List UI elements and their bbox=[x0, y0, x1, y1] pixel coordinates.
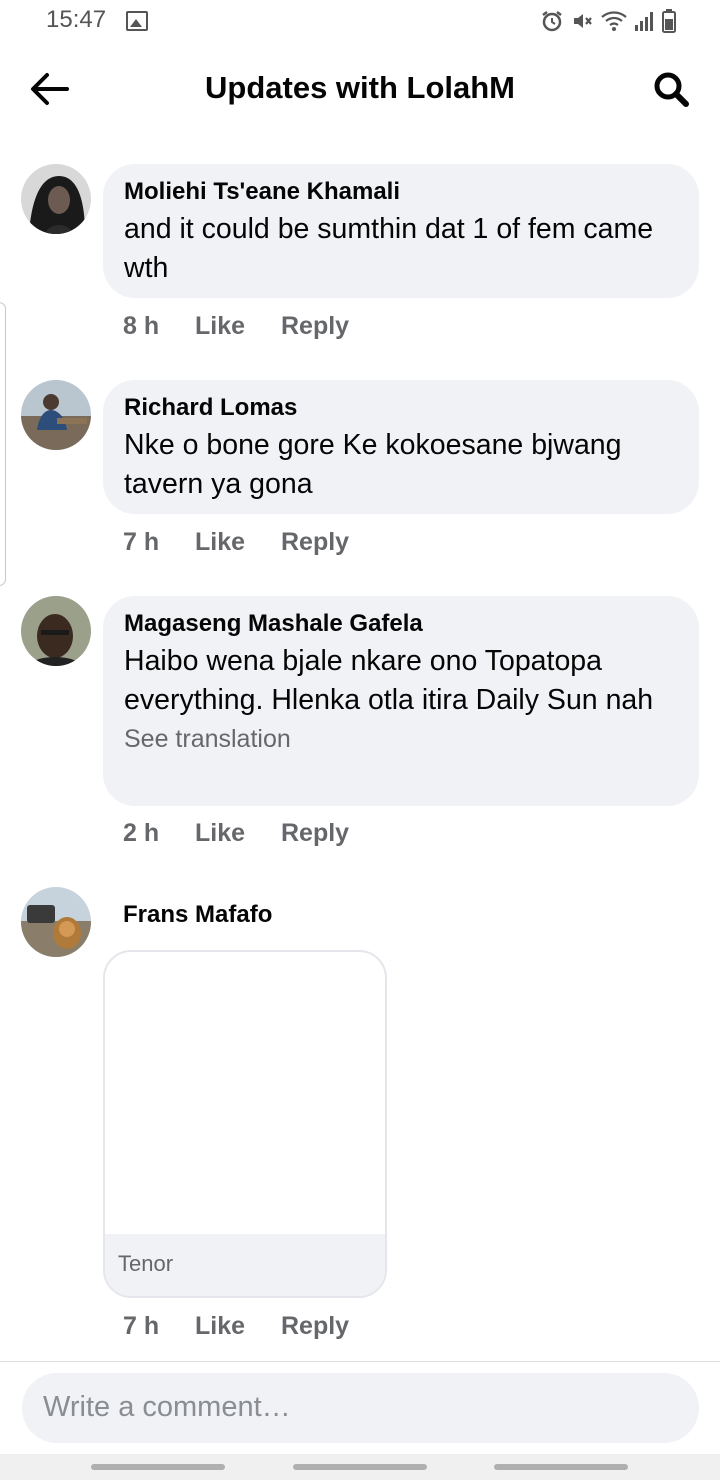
mute-icon bbox=[574, 14, 592, 28]
comment-text: Haibo wena bjale nkare ono Topatopa ever… bbox=[124, 645, 654, 716]
comment-actions: 2 h Like Reply bbox=[123, 819, 349, 848]
see-translation-link[interactable]: See translation bbox=[124, 722, 677, 756]
comment-text: Nke o bone gore Ke kokoesane bjwang tave… bbox=[124, 429, 622, 500]
like-button[interactable]: Like bbox=[195, 312, 281, 341]
reply-button[interactable]: Reply bbox=[281, 528, 349, 557]
avatar[interactable] bbox=[21, 164, 91, 234]
signal-icon bbox=[635, 12, 653, 31]
comment-author[interactable]: Frans Mafafo bbox=[123, 901, 272, 929]
reply-button[interactable]: Reply bbox=[281, 1312, 349, 1341]
comment-actions: 8 h Like Reply bbox=[123, 312, 349, 341]
nav-home-button[interactable] bbox=[293, 1464, 427, 1470]
search-button[interactable] bbox=[648, 66, 694, 112]
comment-actions: 7 h Like Reply bbox=[123, 528, 349, 557]
nav-recent-button[interactable] bbox=[91, 1464, 225, 1470]
comment-actions: 7 h Like Reply bbox=[123, 1312, 349, 1341]
comment-text: and it could be sumthin dat 1 of fem cam… bbox=[124, 213, 654, 284]
nav-back-button[interactable] bbox=[494, 1464, 628, 1470]
comment-author[interactable]: Magaseng Mashale Gafela bbox=[124, 610, 677, 638]
battery-icon bbox=[662, 9, 676, 33]
comment-author[interactable]: Richard Lomas bbox=[124, 394, 677, 422]
search-icon bbox=[654, 72, 689, 107]
comment-time[interactable]: 7 h bbox=[123, 1312, 195, 1341]
avatar[interactable] bbox=[21, 596, 91, 666]
page-title: Updates with LolahM bbox=[205, 70, 515, 105]
wifi-icon bbox=[601, 11, 627, 31]
comment-time[interactable]: 2 h bbox=[123, 819, 195, 848]
reply-button[interactable]: Reply bbox=[281, 819, 349, 848]
status-bar: 15:47 bbox=[0, 0, 720, 44]
status-time: 15:47 bbox=[46, 6, 107, 33]
comment-input[interactable]: Write a comment… bbox=[43, 1391, 291, 1424]
like-button[interactable]: Like bbox=[195, 1312, 281, 1341]
system-nav-bar bbox=[0, 1454, 720, 1480]
gif-source-label: Tenor bbox=[118, 1251, 174, 1276]
comment-bubble[interactable]: Magaseng Mashale Gafela Haibo wena bjale… bbox=[103, 596, 699, 806]
gif-attachment[interactable]: Tenor bbox=[103, 950, 387, 1298]
avatar[interactable] bbox=[21, 380, 91, 450]
status-icons bbox=[540, 8, 676, 34]
avatar[interactable] bbox=[21, 887, 91, 957]
comment-composer[interactable]: Write a comment… bbox=[22, 1373, 699, 1443]
comment-author[interactable]: Moliehi Ts'eane Khamali bbox=[124, 178, 677, 206]
comment-bubble[interactable]: Moliehi Ts'eane Khamali and it could be … bbox=[103, 164, 699, 298]
like-button[interactable]: Like bbox=[195, 819, 281, 848]
alarm-icon bbox=[542, 11, 562, 32]
header: Updates with LolahM bbox=[0, 44, 720, 134]
image-icon bbox=[126, 11, 148, 31]
scroll-edge-indicator bbox=[0, 302, 6, 586]
gif-footer: Tenor bbox=[105, 1234, 385, 1296]
comment-time[interactable]: 7 h bbox=[123, 528, 195, 557]
comment-time[interactable]: 8 h bbox=[123, 312, 195, 341]
reply-button[interactable]: Reply bbox=[281, 312, 349, 341]
comment-bubble[interactable]: Richard Lomas Nke o bone gore Ke kokoesa… bbox=[103, 380, 699, 514]
like-button[interactable]: Like bbox=[195, 528, 281, 557]
composer-divider bbox=[0, 1361, 720, 1362]
